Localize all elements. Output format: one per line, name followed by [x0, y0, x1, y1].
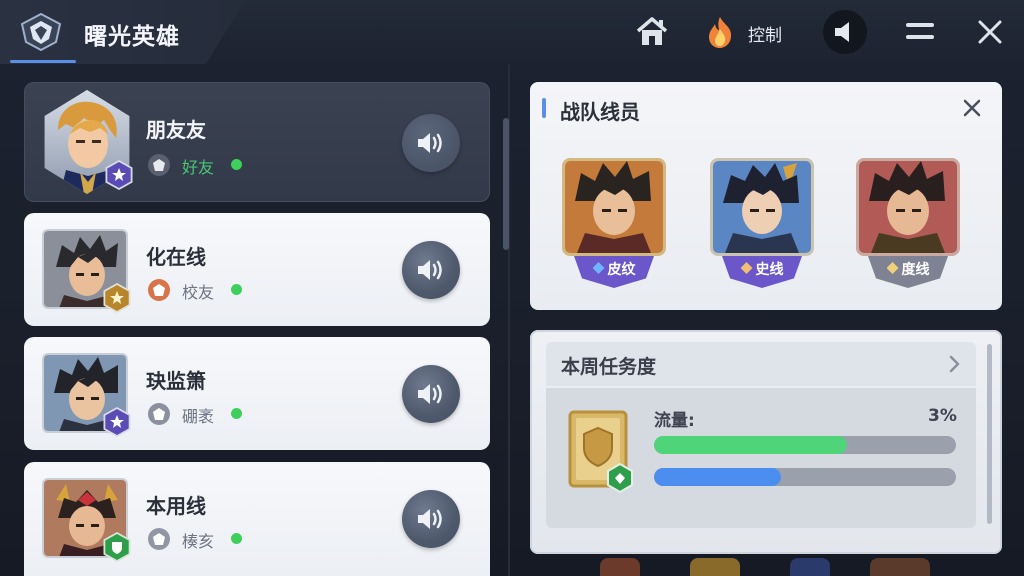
- progress-percent: 3%: [928, 406, 957, 426]
- friend-name: 化在线: [146, 245, 206, 269]
- nav-label[interactable]: 控制: [748, 21, 782, 46]
- team-member-3[interactable]: 度线: [856, 158, 960, 288]
- rank-icon: [148, 403, 170, 425]
- progress-label: 流量:: [654, 411, 695, 431]
- rank-icon: [148, 279, 170, 301]
- peek-decoration: [870, 558, 930, 576]
- online-dot: [231, 533, 242, 544]
- speaker-icon: [418, 133, 442, 153]
- friend-name: 玦监箫: [146, 369, 206, 393]
- gem-icon: [592, 262, 605, 274]
- team-panel: 战队线员 皮纹 史线 度线: [530, 82, 1002, 310]
- title-tab-indicator: [10, 60, 76, 63]
- flame-icon[interactable]: [700, 12, 740, 52]
- friend-card-1[interactable]: 朋友友 好友: [24, 82, 490, 202]
- task-header[interactable]: 本周任务度: [546, 342, 976, 386]
- home-icon[interactable]: [632, 12, 672, 52]
- team-title-accent: [542, 98, 546, 118]
- friend-name: 本用线: [146, 494, 206, 518]
- peek-decoration: [600, 558, 640, 576]
- close-icon[interactable]: [960, 96, 984, 120]
- friend-name: 朋友友: [146, 118, 206, 142]
- member-tag: 史线: [722, 256, 802, 288]
- voice-button[interactable]: [402, 490, 460, 548]
- friend-status: 好友: [182, 158, 215, 177]
- voice-button[interactable]: [402, 365, 460, 423]
- online-dot: [231, 284, 242, 295]
- team-member-1[interactable]: 皮纹: [562, 158, 666, 288]
- friend-list-scrollbar[interactable]: [503, 118, 509, 250]
- speaker-icon: [835, 22, 849, 42]
- member-portrait: [710, 158, 814, 256]
- task-scroll-icon: [564, 408, 634, 498]
- mute-button[interactable]: [823, 10, 867, 54]
- speaker-icon: [418, 384, 442, 404]
- app-title: 曙光英雄: [84, 24, 180, 50]
- online-dot: [231, 408, 242, 419]
- member-tag: 皮纹: [574, 256, 654, 288]
- voice-button[interactable]: [402, 241, 460, 299]
- task-scrollbar[interactable]: [987, 344, 992, 524]
- gem-icon: [740, 262, 753, 274]
- rank-icon: [148, 528, 170, 550]
- weekly-task-panel: 本周任务度 流量: 3%: [530, 330, 1002, 554]
- app-logo-icon: [20, 12, 62, 52]
- menu-icon[interactable]: [900, 12, 940, 52]
- member-tag: 度线: [868, 256, 948, 288]
- blue-progress-track: [654, 468, 956, 486]
- close-icon[interactable]: [970, 12, 1010, 52]
- online-dot: [231, 159, 242, 170]
- top-bar: 曙光英雄 控制: [0, 0, 1024, 64]
- chevron-right-icon[interactable]: [944, 354, 964, 374]
- friend-card-4[interactable]: 本用线 楱亥: [24, 462, 490, 576]
- task-body: 流量: 3%: [546, 388, 976, 528]
- peek-decoration: [790, 558, 830, 576]
- task-title: 本周任务度: [561, 356, 657, 378]
- team-member-2[interactable]: 史线: [710, 158, 814, 288]
- green-progress-track: [654, 436, 956, 454]
- friend-card-2[interactable]: 化在线 校友: [24, 213, 490, 326]
- speaker-icon: [418, 509, 442, 529]
- rank-icon: [148, 154, 170, 176]
- blue-progress-bar: [654, 468, 781, 486]
- friend-status: 硼袤: [182, 407, 215, 426]
- voice-button[interactable]: [402, 114, 460, 172]
- team-title: 战队线员: [560, 100, 640, 124]
- friend-card-3[interactable]: 玦监箫 硼袤: [24, 337, 490, 450]
- friend-status: 校友: [182, 283, 215, 302]
- peek-decoration: [690, 558, 740, 576]
- green-progress-bar: [654, 436, 848, 454]
- gem-icon: [886, 262, 899, 274]
- member-portrait: [562, 158, 666, 256]
- friend-status: 楱亥: [182, 532, 215, 551]
- speaker-icon: [418, 260, 442, 280]
- member-portrait: [856, 158, 960, 256]
